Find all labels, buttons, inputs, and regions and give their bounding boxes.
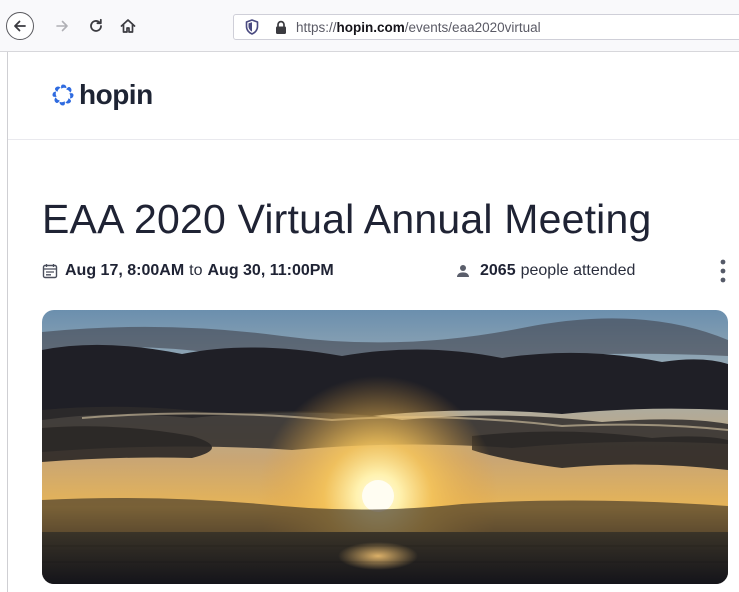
back-arrow-icon: [14, 20, 26, 32]
calendar-icon: [42, 264, 58, 279]
hopin-logo[interactable]: hopin: [50, 79, 153, 111]
hopin-logo-icon: [52, 84, 74, 106]
event-banner-image: [42, 310, 728, 584]
event-end: Aug 30, 11:00PM: [207, 262, 334, 279]
forward-arrow-icon: [56, 20, 68, 32]
shield-icon[interactable]: [244, 19, 260, 35]
date-separator: to: [189, 262, 203, 279]
event-start: Aug 17, 8:00AM: [65, 262, 185, 279]
attendee-count: 2065: [480, 262, 516, 279]
reload-icon: [90, 18, 102, 32]
event-meta: Aug 17, 8:00AM to Aug 30, 11:00PM 2065 p…: [42, 259, 739, 284]
lock-icon[interactable]: [274, 19, 288, 35]
back-button[interactable]: [6, 12, 34, 40]
home-icon: [120, 19, 136, 33]
event-title: EAA 2020 Virtual Annual Meeting: [42, 196, 652, 242]
url-path: /events/eaa2020virtual: [404, 19, 541, 35]
logo-text: hopin: [79, 79, 153, 110]
url-domain: hopin.com: [336, 19, 405, 35]
home-button[interactable]: [114, 12, 142, 40]
event-dates: Aug 17, 8:00AM to Aug 30, 11:00PM: [42, 262, 334, 280]
more-vertical-icon[interactable]: [718, 258, 728, 286]
attendee-label: people attended: [520, 262, 636, 279]
person-icon: [457, 265, 469, 277]
reload-button[interactable]: [82, 12, 110, 40]
url-scheme: https://: [296, 19, 337, 35]
attendees: 2065 people attended: [456, 262, 635, 280]
browser-toolbar: https://hopin.com/events/eaa2020virtual: [0, 0, 739, 52]
url-text[interactable]: https://hopin.com/events/eaa2020virtual: [296, 20, 541, 35]
url-bar[interactable]: https://hopin.com/events/eaa2020virtual: [233, 14, 739, 40]
sunset-illustration: [42, 310, 728, 584]
forward-button[interactable]: [48, 12, 76, 40]
site-header: hopin: [8, 52, 739, 140]
